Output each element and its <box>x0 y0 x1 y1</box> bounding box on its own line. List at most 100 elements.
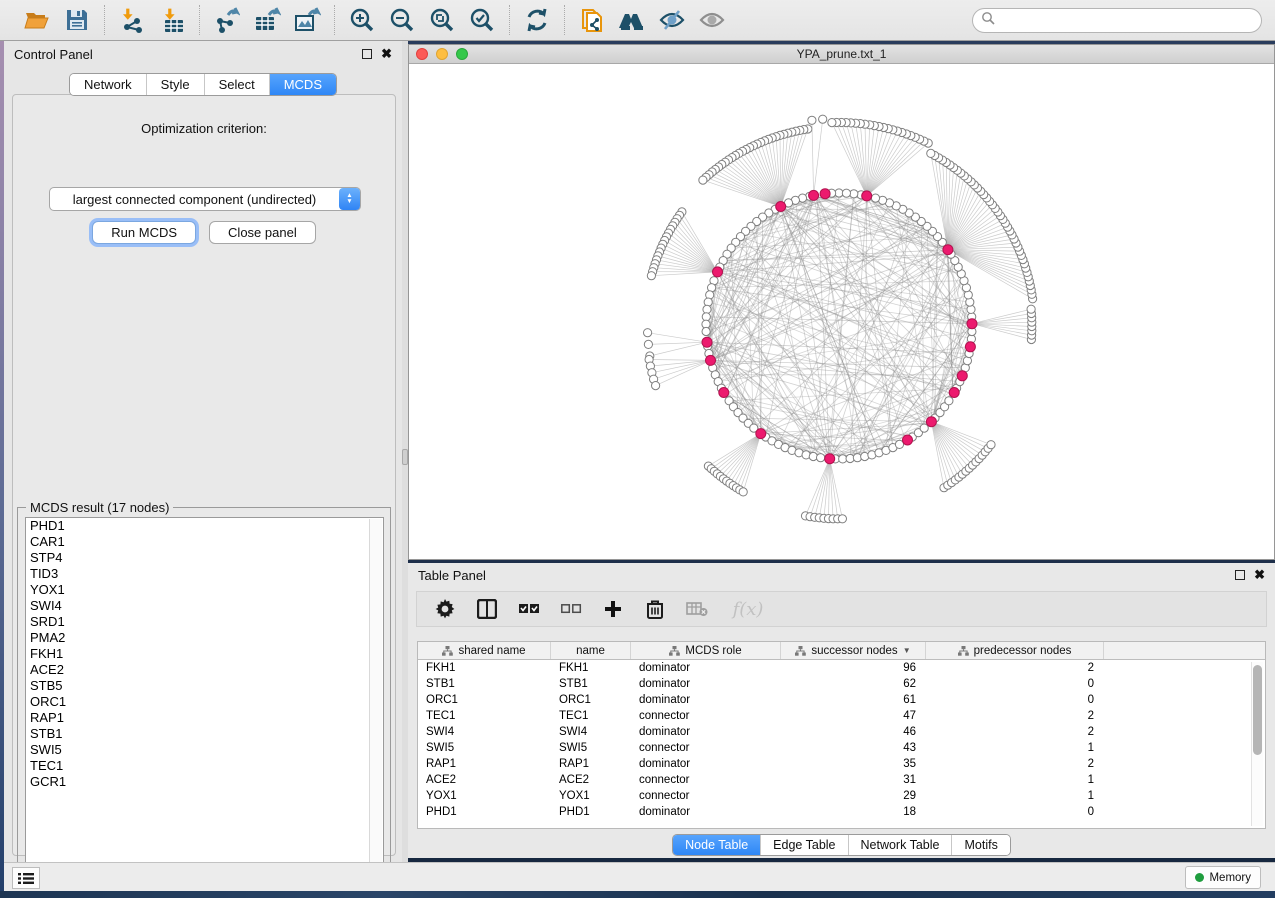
leaf-node[interactable] <box>819 115 827 123</box>
leaf-node[interactable] <box>647 272 655 280</box>
mcds-result-item[interactable]: FKH1 <box>26 646 383 662</box>
mcds-result-item[interactable]: YOX1 <box>26 582 383 598</box>
mcds-result-item[interactable]: STB5 <box>26 678 383 694</box>
dominator-node[interactable] <box>825 454 835 464</box>
dominator-node[interactable] <box>967 319 977 329</box>
table-cell[interactable]: 1 <box>926 772 1104 788</box>
table-cell[interactable]: 29 <box>781 788 926 804</box>
function-builder-icon[interactable]: f(x) <box>727 597 769 621</box>
table-cell[interactable]: connector <box>631 708 781 724</box>
save-icon[interactable] <box>62 5 92 35</box>
select-all-columns-icon[interactable] <box>517 597 541 621</box>
table-cell[interactable]: ORC1 <box>418 692 551 708</box>
export-table-icon[interactable] <box>252 5 282 35</box>
mcds-result-item[interactable]: SRD1 <box>26 614 383 630</box>
refresh-icon[interactable] <box>522 5 552 35</box>
network-window-titlebar[interactable]: YPA_prune.txt_1 <box>409 45 1274 64</box>
table-cell[interactable]: PHD1 <box>551 804 631 820</box>
zoom-in-icon[interactable] <box>347 5 377 35</box>
dominator-node[interactable] <box>706 355 716 365</box>
tab-motifs[interactable]: Motifs <box>951 835 1009 855</box>
table-cell[interactable]: dominator <box>631 756 781 772</box>
table-cell[interactable]: SWI4 <box>418 724 551 740</box>
mcds-result-item[interactable]: STB1 <box>26 726 383 742</box>
import-table-icon[interactable] <box>157 5 187 35</box>
table-row[interactable]: SWI5SWI5connector431 <box>418 740 1265 756</box>
table-cell[interactable]: FKH1 <box>418 660 551 676</box>
mcds-result-item[interactable]: ORC1 <box>26 694 383 710</box>
table-cell[interactable]: PHD1 <box>418 804 551 820</box>
mcds-result-item[interactable]: TID3 <box>26 566 383 582</box>
network-document-icon[interactable] <box>577 5 607 35</box>
table-cell[interactable]: 18 <box>781 804 926 820</box>
task-history-button[interactable] <box>12 867 40 889</box>
leaf-node[interactable] <box>828 119 836 127</box>
open-file-icon[interactable] <box>22 5 52 35</box>
leaf-node[interactable] <box>838 515 846 523</box>
mcds-result-item[interactable]: ACE2 <box>26 662 383 678</box>
mcds-result-item[interactable]: CAR1 <box>26 534 383 550</box>
table-row[interactable]: YOX1YOX1connector291 <box>418 788 1265 804</box>
table-cell[interactable]: 43 <box>781 740 926 756</box>
mcds-result-item[interactable]: STP4 <box>26 550 383 566</box>
table-cell[interactable]: TEC1 <box>551 708 631 724</box>
leaf-node[interactable] <box>644 340 652 348</box>
table-cell[interactable]: 46 <box>781 724 926 740</box>
delete-columns-icon[interactable] <box>643 597 667 621</box>
close-panel-button[interactable]: Close panel <box>209 221 316 244</box>
mcds-result-item[interactable]: PMA2 <box>26 630 383 646</box>
table-cell[interactable]: 2 <box>926 660 1104 676</box>
node-table-scrollbar[interactable] <box>1251 662 1263 826</box>
table-row[interactable]: PHD1PHD1dominator180 <box>418 804 1265 820</box>
table-row[interactable]: ORC1ORC1dominator610 <box>418 692 1265 708</box>
zoom-selected-icon[interactable] <box>467 5 497 35</box>
table-cell[interactable]: RAP1 <box>551 756 631 772</box>
table-row[interactable]: ACE2ACE2connector311 <box>418 772 1265 788</box>
table-cell[interactable]: STB1 <box>551 676 631 692</box>
dominator-node[interactable] <box>943 245 953 255</box>
ring-node[interactable] <box>871 194 879 202</box>
zoom-fit-icon[interactable] <box>427 5 457 35</box>
dominator-node[interactable] <box>702 337 712 347</box>
network-canvas[interactable] <box>409 64 1274 559</box>
delete-table-icon[interactable] <box>685 597 709 621</box>
column-header-MCDS-role[interactable]: MCDS role <box>631 642 781 659</box>
ring-node[interactable] <box>945 397 953 405</box>
table-cell[interactable]: 1 <box>926 740 1104 756</box>
ring-node[interactable] <box>842 189 850 197</box>
table-row[interactable]: FKH1FKH1dominator962 <box>418 660 1265 676</box>
mcds-result-item[interactable]: GCR1 <box>26 774 383 790</box>
tab-network-table[interactable]: Network Table <box>848 835 952 855</box>
table-settings-icon[interactable] <box>433 597 457 621</box>
mcds-result-item[interactable]: SWI5 <box>26 742 383 758</box>
leaf-node[interactable] <box>652 382 660 390</box>
unselect-all-columns-icon[interactable] <box>559 597 583 621</box>
table-cell[interactable]: 35 <box>781 756 926 772</box>
dominator-node[interactable] <box>965 342 975 352</box>
tab-select[interactable]: Select <box>204 74 269 95</box>
column-header-shared-name[interactable]: shared name <box>418 642 551 659</box>
tab-edge-table[interactable]: Edge Table <box>760 835 847 855</box>
dominator-node[interactable] <box>862 191 872 201</box>
mcds-list-scrollbar[interactable] <box>369 519 382 870</box>
table-row[interactable]: TEC1TEC1connector472 <box>418 708 1265 724</box>
tab-node-table[interactable]: Node Table <box>673 835 760 855</box>
table-cell[interactable]: 0 <box>926 804 1104 820</box>
column-header-name[interactable]: name <box>551 642 631 659</box>
table-cell[interactable]: 31 <box>781 772 926 788</box>
dominator-node[interactable] <box>719 388 729 398</box>
dominator-node[interactable] <box>713 267 723 277</box>
table-cell[interactable]: dominator <box>631 676 781 692</box>
column-header-successor-nodes[interactable]: successor nodes▼ <box>781 642 926 659</box>
dominator-node[interactable] <box>903 435 913 445</box>
leaf-node[interactable] <box>987 441 995 449</box>
table-cell[interactable]: 61 <box>781 692 926 708</box>
mcds-result-item[interactable]: PHD1 <box>26 518 383 534</box>
table-cell[interactable]: connector <box>631 788 781 804</box>
optimization-criterion-select[interactable]: largest connected component (undirected)… <box>49 187 361 211</box>
float-table-panel-icon[interactable] <box>1235 570 1245 580</box>
table-cell[interactable]: 1 <box>926 788 1104 804</box>
mcds-result-item[interactable]: RAP1 <box>26 710 383 726</box>
table-cell[interactable]: dominator <box>631 660 781 676</box>
leaf-node[interactable] <box>1027 305 1035 313</box>
